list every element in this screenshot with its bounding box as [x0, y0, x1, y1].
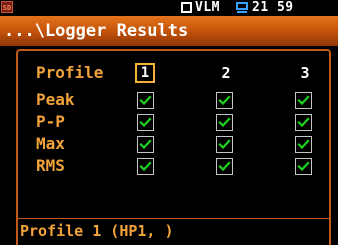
sd-card-icon: SD: [1, 1, 13, 13]
checkmark-icon: [218, 161, 231, 172]
title-bar: ...\Logger Results: [0, 16, 338, 46]
checkmark-icon: [297, 139, 310, 150]
checkbox-pp-profile-3[interactable]: [295, 114, 312, 131]
checkbox-peak-profile-2[interactable]: [216, 92, 233, 109]
checkbox-max-profile-1[interactable]: [137, 136, 154, 153]
profile-column-3[interactable]: 3: [295, 63, 315, 83]
checkbox-peak-profile-3[interactable]: [295, 92, 312, 109]
checkbox-pp-profile-2[interactable]: [216, 114, 233, 131]
profile-header-label: Profile: [36, 63, 104, 82]
monitor-icon: [236, 2, 248, 14]
checkbox-peak-profile-1[interactable]: [137, 92, 154, 109]
row-label-peak: Peak: [36, 90, 75, 109]
checkmark-icon: [139, 139, 152, 150]
mode-indicator: VLM: [195, 0, 220, 15]
row-label-max: Max: [36, 134, 65, 153]
profile-column-2[interactable]: 2: [216, 63, 236, 83]
logger-results-screen: SD VLM 21 59 ...\Logger Results Profile …: [0, 0, 338, 245]
checkmark-icon: [218, 117, 231, 128]
checkbox-pp-profile-1[interactable]: [137, 114, 154, 131]
page-title: ...\Logger Results: [4, 21, 189, 41]
clock: 21 59: [252, 0, 294, 15]
checkmark-icon: [139, 95, 152, 106]
checkbox-rms-profile-2[interactable]: [216, 158, 233, 175]
checkbox-rms-profile-3[interactable]: [295, 158, 312, 175]
checkmark-icon: [297, 161, 310, 172]
profile-column-1-selected[interactable]: 1: [135, 63, 155, 83]
checkbox-max-profile-3[interactable]: [295, 136, 312, 153]
row-label-pp: P-P: [36, 112, 65, 131]
checkmark-icon: [218, 95, 231, 106]
footer-status: Profile 1 (HP1, ): [20, 222, 174, 240]
footer-divider: [18, 218, 329, 219]
checkmark-icon: [139, 117, 152, 128]
battery-square-icon: [181, 2, 192, 13]
checkbox-rms-profile-1[interactable]: [137, 158, 154, 175]
status-bar: SD VLM 21 59: [0, 0, 338, 16]
checkmark-icon: [139, 161, 152, 172]
row-label-rms: RMS: [36, 156, 65, 175]
checkmark-icon: [297, 95, 310, 106]
checkbox-max-profile-2[interactable]: [216, 136, 233, 153]
checkmark-icon: [297, 117, 310, 128]
checkmark-icon: [218, 139, 231, 150]
